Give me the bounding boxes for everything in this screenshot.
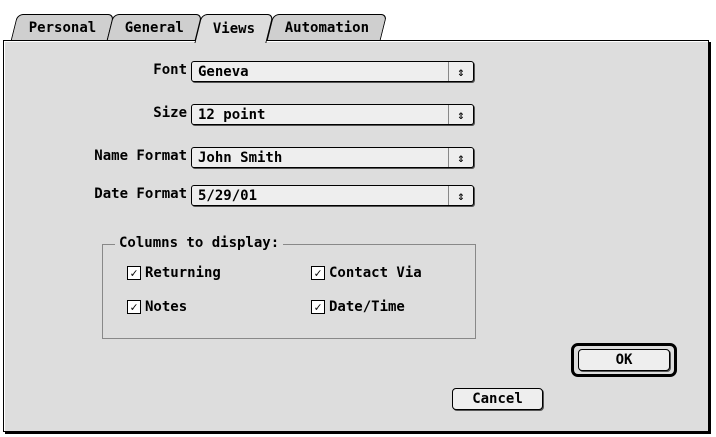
popup-arrows-icon: ⇕ <box>448 148 473 167</box>
contact-via-label: Contact Via <box>329 265 422 281</box>
tab-automation[interactable]: Automation <box>266 14 388 40</box>
checkmark-icon: ✓ <box>311 300 325 314</box>
tab-personal-label: Personal <box>28 19 97 36</box>
notes-checkbox[interactable]: ✓ Notes <box>127 299 187 315</box>
tab-general[interactable]: General <box>107 14 203 40</box>
font-popup[interactable]: Geneva ⇕ <box>191 61 474 82</box>
tab-automation-label: Automation <box>284 19 369 36</box>
returning-checkbox[interactable]: ✓ Returning <box>127 265 221 281</box>
popup-arrows-icon: ⇕ <box>448 186 473 205</box>
columns-group: Columns to display: ✓ Returning ✓ Contac… <box>102 235 476 339</box>
ok-button-label: OK <box>615 352 633 368</box>
tab-personal[interactable]: Personal <box>10 14 115 40</box>
date-time-label: Date/Time <box>329 299 405 315</box>
date-format-label: Date Format <box>94 186 187 202</box>
date-format-value: 5/29/01 <box>198 187 258 204</box>
size-label: Size <box>153 105 187 121</box>
date-time-checkbox[interactable]: ✓ Date/Time <box>311 299 405 315</box>
returning-label: Returning <box>145 265 221 281</box>
size-value: 12 point <box>198 106 266 123</box>
contact-via-checkbox[interactable]: ✓ Contact Via <box>311 265 422 281</box>
checkmark-icon: ✓ <box>127 266 141 280</box>
name-format-value: John Smith <box>198 149 283 166</box>
checkmark-icon: ✓ <box>311 266 325 280</box>
size-popup[interactable]: 12 point ⇕ <box>191 104 474 125</box>
tab-views[interactable]: Views <box>194 14 275 43</box>
cancel-button-label: Cancel <box>472 391 523 407</box>
ok-button[interactable]: OK <box>578 349 670 371</box>
font-value: Geneva <box>198 63 249 80</box>
checkmark-icon: ✓ <box>127 300 141 314</box>
date-format-popup[interactable]: 5/29/01 ⇕ <box>191 185 474 206</box>
name-format-label: Name Format <box>94 148 187 164</box>
font-label: Font <box>153 62 187 78</box>
tab-views-label: Views <box>213 21 256 37</box>
cancel-button[interactable]: Cancel <box>452 388 543 410</box>
tab-bar: Personal General Views Automation <box>10 14 388 43</box>
popup-arrows-icon: ⇕ <box>448 62 473 81</box>
name-format-popup[interactable]: John Smith ⇕ <box>191 147 474 168</box>
popup-arrows-icon: ⇕ <box>448 105 473 124</box>
notes-label: Notes <box>145 299 188 315</box>
columns-group-title: Columns to display: <box>115 235 284 251</box>
tab-general-label: General <box>125 19 185 36</box>
